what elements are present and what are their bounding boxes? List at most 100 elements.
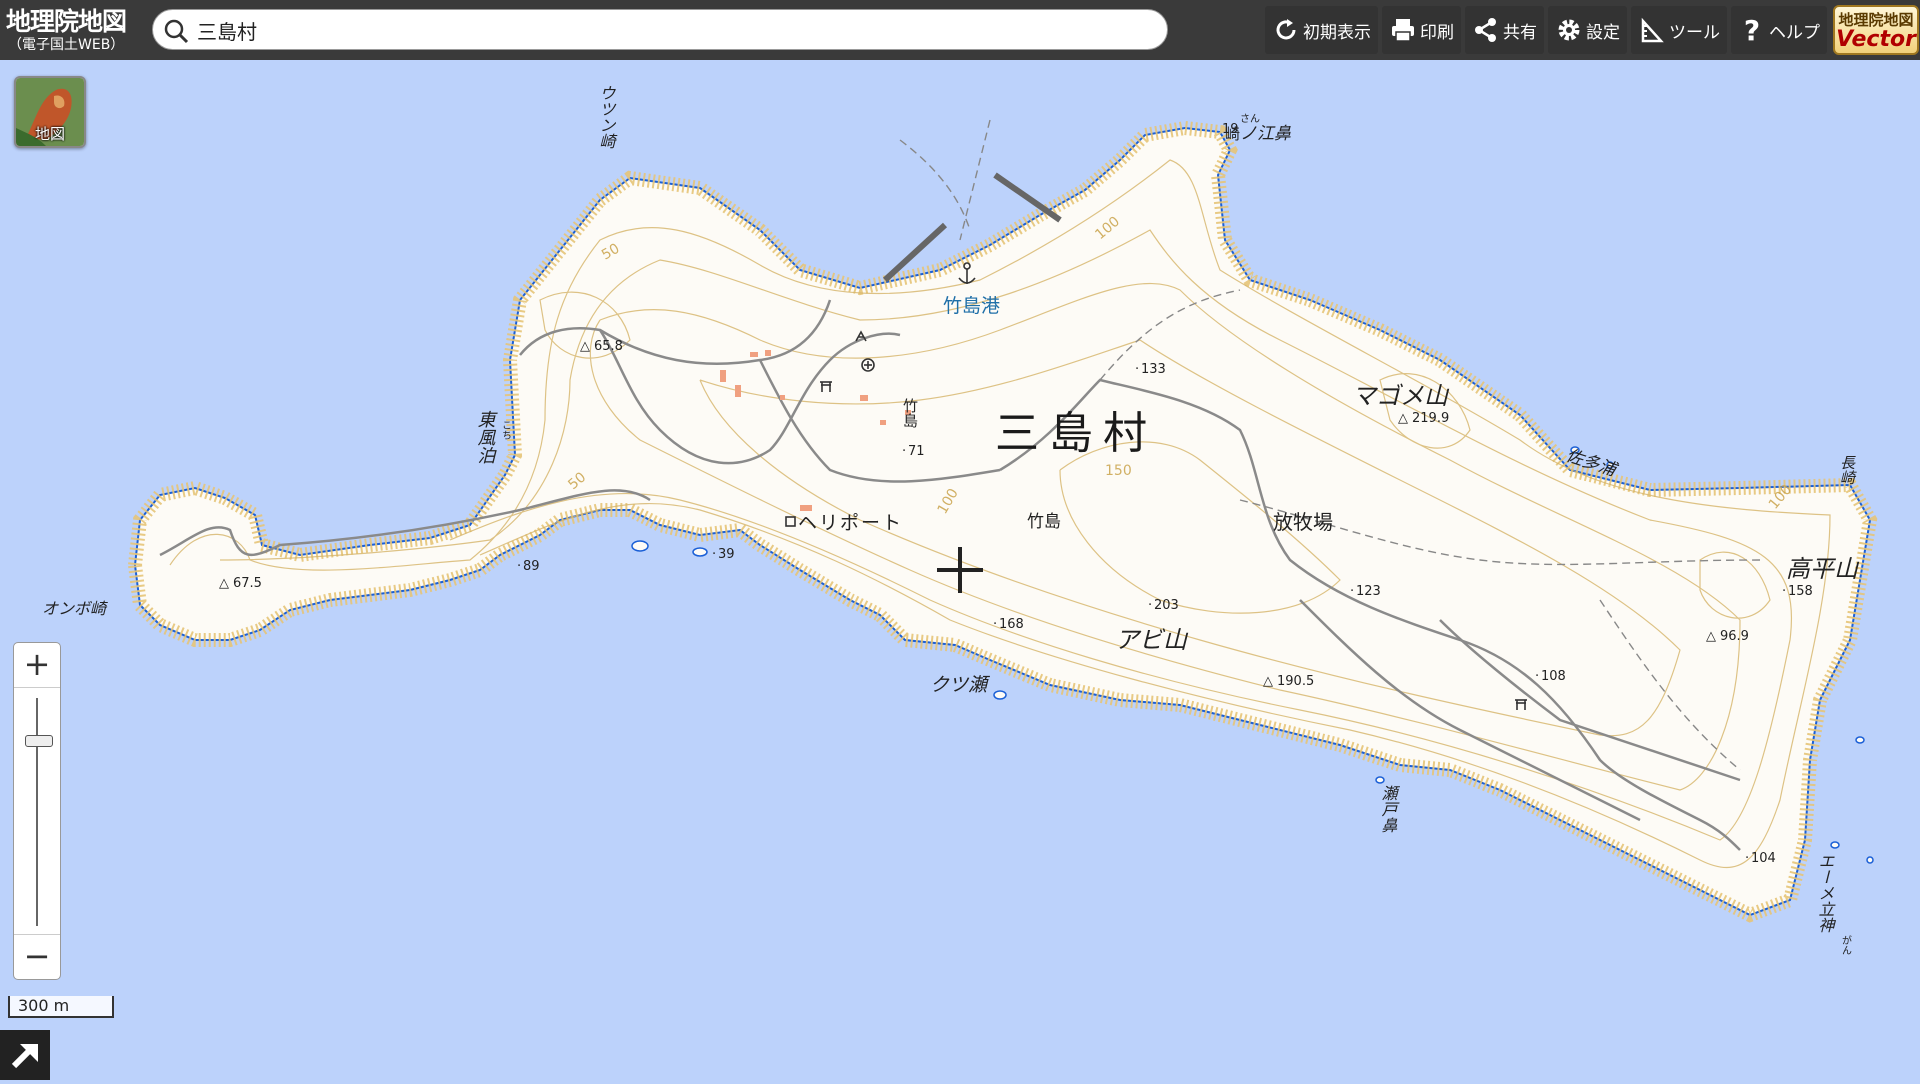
search-input[interactable] xyxy=(197,16,1137,44)
vector-badge-bottom: Vector xyxy=(1836,27,1916,52)
label-eguchihana-height: 19 xyxy=(1222,122,1239,137)
svg-text:·: · xyxy=(1535,669,1539,684)
spot-height: · 39 xyxy=(712,547,735,562)
svg-text:△: △ xyxy=(219,576,229,591)
label-kochidomari: 東風泊 xyxy=(475,410,496,464)
label-setohana: 瀬戸鼻 xyxy=(1379,785,1398,833)
gear-icon xyxy=(1558,19,1580,41)
svg-text:△: △ xyxy=(1398,411,1408,426)
arrow-up-right-icon xyxy=(11,1044,38,1069)
spot-height: △ 67.5 xyxy=(219,576,262,591)
svg-text:·: · xyxy=(1148,598,1152,613)
label-emetategami-ruby: がん xyxy=(1840,934,1852,955)
svg-text:?: ? xyxy=(1744,16,1760,44)
svg-text:△: △ xyxy=(1706,629,1716,644)
svg-text:·: · xyxy=(993,617,997,632)
svg-text:89: 89 xyxy=(523,559,540,574)
label-eguchihana-ruby: さん xyxy=(1240,113,1260,125)
label-magomeyama: マゴメ山 xyxy=(1352,382,1450,410)
svg-text:190.5: 190.5 xyxy=(1277,674,1314,689)
share-label: 共有 xyxy=(1503,22,1537,43)
label-bokujo: 放牧場 xyxy=(1273,510,1333,534)
label-emetategami: エーメ立神 xyxy=(1816,853,1835,933)
print-label: 印刷 xyxy=(1420,22,1454,43)
label-kochidomari-ruby: こち xyxy=(500,420,511,440)
svg-text:168: 168 xyxy=(999,617,1024,632)
reset-view-label: 初期表示 xyxy=(1303,22,1371,43)
svg-text:203: 203 xyxy=(1154,598,1179,613)
svg-text:·: · xyxy=(712,547,716,562)
svg-text:71: 71 xyxy=(908,444,925,459)
label-takahirayama: 高平山 xyxy=(1786,555,1860,583)
header-bar: 地理院地図 （電子国土WEB） 初期表示 印刷 共有 設定 ツール xyxy=(0,0,1920,60)
spot-height: △ 219.9 xyxy=(1398,411,1449,426)
svg-text:·: · xyxy=(1135,362,1139,377)
spot-height: △ 65.8 xyxy=(580,339,623,354)
help-label: ヘルプ xyxy=(1769,22,1820,43)
svg-text:39: 39 xyxy=(718,547,735,562)
app-title: 地理院地図 xyxy=(6,7,127,36)
app-subtitle: （電子国土WEB） xyxy=(8,37,125,53)
label-takeshima-village: 竹島 xyxy=(901,398,919,428)
svg-text:219.9: 219.9 xyxy=(1412,411,1449,426)
label-main: 三島村 xyxy=(995,408,1157,459)
svg-text:158: 158 xyxy=(1788,584,1813,599)
layer-selector-button[interactable]: 地図 xyxy=(14,76,86,148)
zoom-slider-track[interactable] xyxy=(36,698,38,926)
settings-button[interactable]: 設定 xyxy=(1548,6,1627,54)
spot-height: △ 96.9 xyxy=(1706,629,1749,644)
spot-height: · 71 xyxy=(902,444,925,459)
label-heliport: ヘリポート xyxy=(798,512,903,534)
svg-text:·: · xyxy=(517,559,521,574)
contour-label: 150 xyxy=(1105,463,1132,479)
svg-text:·: · xyxy=(1782,584,1786,599)
layer-label: 地図 xyxy=(34,125,65,143)
tools-button[interactable]: ツール xyxy=(1631,6,1727,54)
printer-icon xyxy=(1392,19,1414,42)
label-abiyama: アビ山 xyxy=(1115,626,1189,654)
help-button[interactable]: ? ヘルプ xyxy=(1731,6,1827,54)
reload-icon xyxy=(1276,19,1296,40)
label-nagasaki: 長崎 xyxy=(1838,455,1857,485)
svg-text:96.9: 96.9 xyxy=(1720,629,1749,644)
search-icon[interactable] xyxy=(163,18,189,44)
zoom-slider-handle[interactable] xyxy=(25,735,53,747)
svg-text:·: · xyxy=(1350,584,1354,599)
label-eguchihana: ノ江鼻 xyxy=(1240,124,1291,144)
toolbar: 初期表示 印刷 共有 設定 ツール ? ヘルプ 地理院地図 Vector xyxy=(1261,0,1920,60)
app-logo[interactable]: 地理院地図 （電子国土WEB） xyxy=(6,8,146,56)
zoom-in-button[interactable]: + xyxy=(14,643,60,688)
tools-label: ツール xyxy=(1669,22,1720,43)
svg-text:133: 133 xyxy=(1141,362,1166,377)
svg-text:△: △ xyxy=(580,339,590,354)
zoom-control: + − xyxy=(13,642,61,980)
settings-label: 設定 xyxy=(1586,22,1620,43)
share-button[interactable]: 共有 xyxy=(1465,6,1544,54)
svg-text:104: 104 xyxy=(1751,851,1776,866)
label-onbozaki: オンボ崎 xyxy=(42,599,108,618)
print-button[interactable]: 印刷 xyxy=(1382,6,1461,54)
label-takeshima-port: 竹島港 xyxy=(943,295,1000,317)
scale-bar: 300 m xyxy=(8,996,114,1018)
label-kutsuse: クツ瀬 xyxy=(930,674,991,696)
spot-height: △ 190.5 xyxy=(1263,674,1314,689)
spot-height: · 89 xyxy=(517,559,540,574)
reset-view-button[interactable]: 初期表示 xyxy=(1265,6,1378,54)
svg-text:△: △ xyxy=(1263,674,1273,689)
ruler-icon xyxy=(1641,17,1664,43)
label-ucchinzaki: ウツン崎 xyxy=(597,85,616,149)
vector-map-button[interactable]: 地理院地図 Vector xyxy=(1833,5,1919,55)
svg-text:·: · xyxy=(1745,851,1749,866)
map-canvas[interactable]: 三島村 竹島港 マゴメ山 放牧場 高平山 ヘリポート 竹島 アビ山 クツ瀬 オン… xyxy=(0,0,1920,1080)
open-panel-button[interactable] xyxy=(0,1030,50,1080)
share-icon xyxy=(1475,18,1496,42)
svg-text:65.8: 65.8 xyxy=(594,339,623,354)
svg-text:·: · xyxy=(902,444,906,459)
help-icon: ? xyxy=(1744,16,1760,44)
search-box[interactable] xyxy=(152,9,1168,50)
svg-text:67.5: 67.5 xyxy=(233,576,262,591)
zoom-out-button[interactable]: − xyxy=(14,934,60,979)
svg-text:108: 108 xyxy=(1541,669,1566,684)
label-takeshima-area: 竹島 xyxy=(1027,512,1061,532)
svg-text:123: 123 xyxy=(1356,584,1381,599)
